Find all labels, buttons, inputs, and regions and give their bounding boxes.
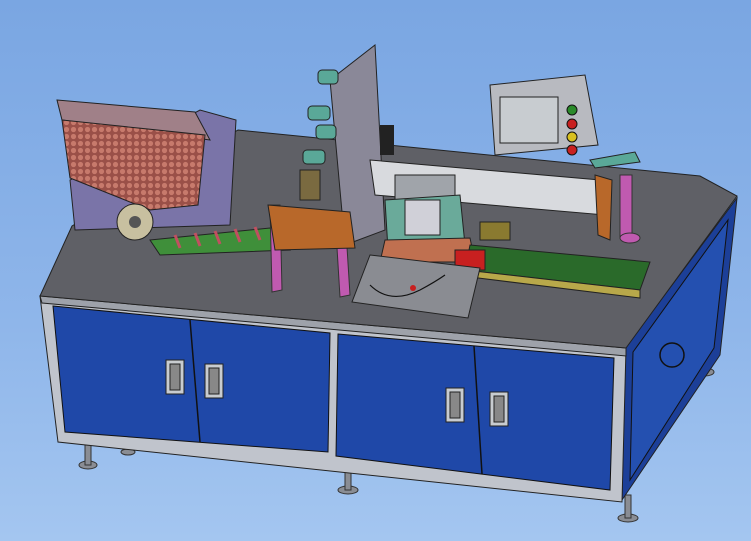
indicator-light-icon[interactable] (566, 118, 578, 130)
indicator-light-icon[interactable] (566, 131, 578, 143)
indicator-light-icon[interactable] (566, 104, 578, 116)
hopper (56, 99, 237, 241)
indicator-light-icon[interactable] (566, 144, 578, 156)
hmi-screen[interactable] (499, 96, 559, 144)
control-panel (489, 74, 641, 169)
machine-cad-render (39, 44, 738, 523)
press-block (267, 204, 356, 251)
